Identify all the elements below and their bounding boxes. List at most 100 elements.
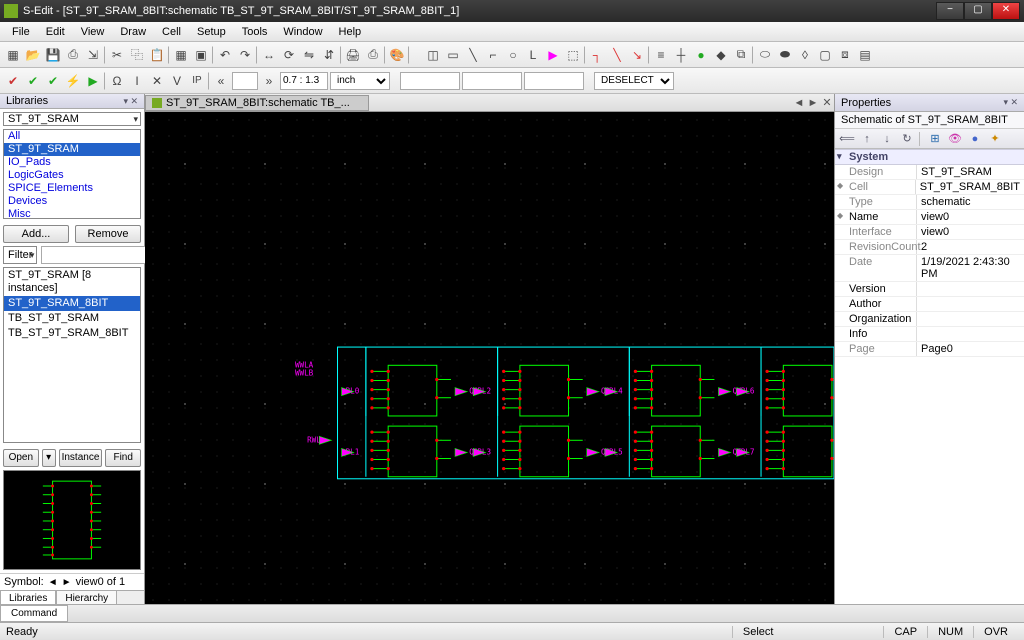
shape6-icon[interactable]: ▤	[856, 46, 874, 64]
menu-cell[interactable]: Cell	[154, 24, 189, 40]
check2-icon[interactable]: ✔	[44, 72, 62, 90]
undo-icon[interactable]: ↶	[216, 46, 234, 64]
find-button[interactable]: Find	[105, 449, 141, 467]
palette-icon[interactable]: 🎨	[388, 46, 406, 64]
library-list[interactable]: AllST_9T_SRAMIO_PadsLogicGatesSPICE_Elem…	[3, 129, 141, 219]
prop-row[interactable]: RevisionCount2	[835, 240, 1024, 255]
minimize-button[interactable]: −	[936, 2, 964, 20]
paste-icon[interactable]: 📋	[148, 46, 166, 64]
shape1-icon[interactable]: ⬭	[756, 46, 774, 64]
prop-star-icon[interactable]: ✦	[987, 131, 1003, 147]
prop-tree-icon[interactable]: ⊞	[927, 131, 943, 147]
filter-combo[interactable]: Filter	[3, 246, 37, 264]
shape4-icon[interactable]: ▢	[816, 46, 834, 64]
instance-button[interactable]: Instance	[59, 449, 103, 467]
move-icon[interactable]: ↔	[260, 46, 278, 64]
prop-row[interactable]: Nameview0	[835, 210, 1024, 225]
save-icon[interactable]: 💾	[44, 46, 62, 64]
symbol-prev[interactable]: ◄	[48, 577, 58, 588]
lib-item[interactable]: All	[4, 130, 140, 143]
prop-eye-icon[interactable]: 👁	[947, 131, 963, 147]
prop-group-system[interactable]: System	[835, 149, 1024, 165]
doc-tab-active[interactable]: ST_9T_SRAM_8BIT:schematic TB_...	[145, 95, 369, 111]
cell-item[interactable]: ST_9T_SRAM_8BIT	[4, 296, 140, 311]
rotate-icon[interactable]: ⟳	[280, 46, 298, 64]
menu-setup[interactable]: Setup	[189, 24, 234, 40]
open-button[interactable]: Open	[3, 449, 39, 467]
flip-v-icon[interactable]: ⇵	[320, 46, 338, 64]
poly-icon[interactable]: L	[524, 46, 542, 64]
tab-nav-right[interactable]: ►	[806, 97, 820, 109]
grid-icon[interactable]: ▦	[172, 46, 190, 64]
menu-help[interactable]: Help	[331, 24, 370, 40]
instance-icon[interactable]: ⬚	[564, 46, 582, 64]
snap-icon[interactable]: ◆	[712, 46, 730, 64]
menu-draw[interactable]: Draw	[112, 24, 154, 40]
prop-down-icon[interactable]: ↓	[879, 131, 895, 147]
publish-icon[interactable]: ⎙	[364, 46, 382, 64]
field-2[interactable]	[462, 72, 522, 90]
prop-back-icon[interactable]: ⟸	[839, 131, 855, 147]
schematic-canvas[interactable]: WWLAWWLBRWLBL0Q0BL2Q2BL4Q4BL6Q6BL1Q1BL3Q…	[145, 112, 834, 604]
net-icon[interactable]: ╲	[608, 46, 626, 64]
lib-item[interactable]: ST_9T_SRAM	[4, 143, 140, 156]
prop-row[interactable]: Interfaceview0	[835, 225, 1024, 240]
lib-item[interactable]: Devices	[4, 195, 140, 208]
save-all-icon[interactable]: ⎙	[64, 46, 82, 64]
field-3[interactable]	[524, 72, 584, 90]
group-icon[interactable]: ┼	[672, 46, 690, 64]
menu-file[interactable]: File	[4, 24, 38, 40]
path-icon[interactable]: ⌐	[484, 46, 502, 64]
remove-button[interactable]: Remove	[75, 225, 141, 243]
tab-nav-left[interactable]: ◄	[792, 97, 806, 109]
redo-icon[interactable]: ↷	[236, 46, 254, 64]
prop-row[interactable]: Organization	[835, 312, 1024, 327]
i-icon[interactable]: I	[128, 72, 146, 90]
ip-icon[interactable]: IP	[188, 72, 206, 90]
deselect-combo[interactable]: DESELECT	[594, 72, 674, 90]
bus-icon[interactable]: ↘	[628, 46, 646, 64]
prop-row[interactable]: Typeschematic	[835, 195, 1024, 210]
cut-icon[interactable]: ✂	[108, 46, 126, 64]
check-red-icon[interactable]: ✔	[4, 72, 22, 90]
run-icon[interactable]: ⧉	[732, 46, 750, 64]
x-icon[interactable]: ✕	[148, 72, 166, 90]
copy-icon[interactable]: ⿻	[128, 46, 146, 64]
zoom-num[interactable]	[232, 72, 258, 90]
command-tab[interactable]: Command	[0, 605, 68, 622]
lib-item[interactable]: Misc	[4, 208, 140, 219]
add-button[interactable]: Add...	[3, 225, 69, 243]
unit-select[interactable]: inch	[330, 72, 390, 90]
back-icon[interactable]: «	[212, 72, 230, 90]
cell-list[interactable]: ST_9T_SRAM [8 instances]ST_9T_SRAM_8BITT…	[3, 267, 141, 443]
menu-window[interactable]: Window	[275, 24, 330, 40]
close-button[interactable]: ✕	[992, 2, 1020, 20]
shape3-icon[interactable]: ◊	[796, 46, 814, 64]
open-icon[interactable]: 📂	[24, 46, 42, 64]
port-icon[interactable]: ▶	[544, 46, 562, 64]
menu-edit[interactable]: Edit	[38, 24, 73, 40]
prop-row[interactable]: Info	[835, 327, 1024, 342]
flash-icon[interactable]: ⚡	[64, 72, 82, 90]
field-1[interactable]	[400, 72, 460, 90]
tab-close[interactable]: ✕	[820, 96, 834, 109]
shape5-icon[interactable]: ⧈	[836, 46, 854, 64]
print-icon[interactable]: 🖨	[344, 46, 362, 64]
lib-item[interactable]: LogicGates	[4, 169, 140, 182]
fwd-icon[interactable]: »	[260, 72, 278, 90]
symbol-next[interactable]: ►	[62, 577, 72, 588]
pointer-icon[interactable]: ◫	[424, 46, 442, 64]
library-combo[interactable]: ST_9T_SRAM	[3, 112, 141, 126]
check-green-icon[interactable]: ✔	[24, 72, 42, 90]
flip-h-icon[interactable]: ⇋	[300, 46, 318, 64]
window-icon[interactable]: ▣	[192, 46, 210, 64]
prop-row[interactable]: PagePage0	[835, 342, 1024, 357]
property-grid[interactable]: System DesignST_9T_SRAMCellST_9T_SRAM_8B…	[835, 149, 1024, 604]
play-icon[interactable]: ▶	[84, 72, 102, 90]
v-icon[interactable]: V	[168, 72, 186, 90]
prop-row[interactable]: DesignST_9T_SRAM	[835, 165, 1024, 180]
prop-row[interactable]: CellST_9T_SRAM_8BIT	[835, 180, 1024, 195]
zoom-ratio[interactable]	[280, 72, 328, 90]
prop-dot-icon[interactable]: ●	[967, 131, 983, 147]
menu-view[interactable]: View	[73, 24, 113, 40]
